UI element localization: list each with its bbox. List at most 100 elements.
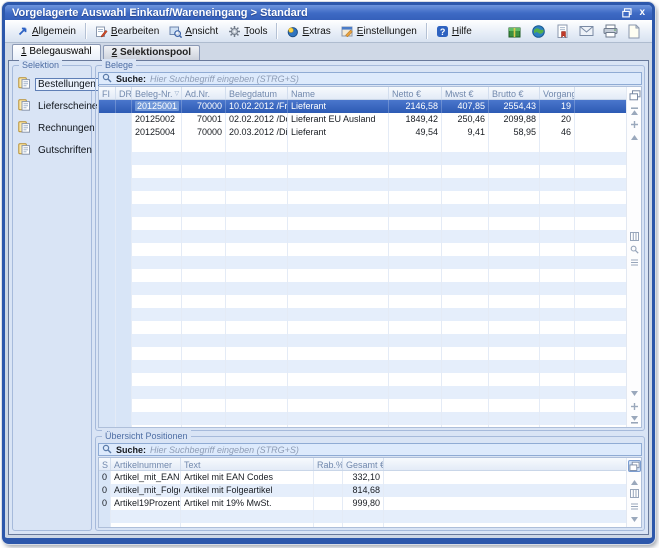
column-header-belegdatum[interactable]: Belegdatum — [226, 87, 288, 99]
table-row-empty[interactable] — [99, 295, 626, 308]
table-row-empty[interactable] — [99, 321, 626, 334]
menu-item-allgemein[interactable]: Allgemein — [11, 23, 81, 40]
table-row-empty[interactable] — [99, 373, 626, 386]
menu-item-extras[interactable]: Extras — [281, 23, 335, 40]
positionen-search-bar[interactable]: Suche: Hier Suchbegriff eingeben (STRG+S… — [98, 443, 642, 456]
menu-item-hilfe[interactable]: ?Hilfe — [431, 23, 477, 40]
table-row[interactable]: 201250047000020.03.2012 /DiLieferant49,5… — [99, 126, 626, 139]
cell-brutto — [489, 282, 540, 295]
sidebar-item-bestellungen[interactable]: Bestellungen — [18, 77, 89, 92]
goto-last-icon[interactable] — [628, 413, 641, 425]
sidebar-item-lieferscheine[interactable]: Lieferscheine — [18, 99, 89, 114]
cell-netto — [389, 308, 442, 321]
cell-brutto — [489, 373, 540, 386]
cell-brutto — [489, 295, 540, 308]
table-row-empty[interactable] — [99, 425, 626, 427]
table-row[interactable]: 201250027000102.02.2012 /DoLieferant EU … — [99, 113, 626, 126]
scroll-down-icon[interactable] — [628, 513, 641, 525]
search-rows-icon[interactable] — [628, 243, 641, 255]
sidebar-item-rechnungen[interactable]: Rechnungen — [18, 121, 89, 136]
table-row-empty[interactable] — [99, 191, 626, 204]
close-icon[interactable]: x — [639, 7, 645, 18]
cell-name — [288, 321, 389, 334]
rows-list-icon[interactable] — [628, 500, 641, 512]
menu-item-bearbeiten[interactable]: Bearbeiten — [90, 23, 164, 40]
column-header-brutto[interactable]: Brutto € — [489, 87, 540, 99]
column-header-rab[interactable]: Rab.% — [314, 458, 343, 470]
cell-belegdatum: 20.03.2012 /Di — [226, 126, 288, 139]
copy-table-icon[interactable] — [628, 89, 641, 101]
menu-item-ansicht[interactable]: Ansicht — [164, 23, 223, 40]
table-row-empty[interactable] — [99, 386, 626, 399]
tab-1-belegauswahl[interactable]: 1 Belegauswahl — [12, 44, 101, 60]
positionen-table-rail — [626, 458, 641, 527]
column-header-text[interactable]: Text — [181, 458, 314, 470]
table-row-empty[interactable] — [99, 510, 626, 523]
table-row-empty[interactable] — [99, 204, 626, 217]
table-row-empty[interactable] — [99, 178, 626, 191]
document-flag-icon[interactable] — [554, 23, 570, 39]
cell-dr — [116, 100, 132, 113]
menu-item-tools[interactable]: Tools — [223, 23, 272, 40]
sort-indicator-icon[interactable]: ▽ — [175, 90, 180, 97]
menu-item-label: Ansicht — [185, 26, 218, 37]
column-header-name[interactable]: Name — [288, 87, 389, 99]
columns-icon[interactable] — [628, 487, 641, 499]
titlebar[interactable]: Vorgelagerte Auswahl Einkauf/Wareneingan… — [5, 5, 652, 20]
column-header-netto[interactable]: Netto € — [389, 87, 442, 99]
column-header-s[interactable]: S — [99, 458, 111, 470]
cell-name — [288, 425, 389, 427]
globe-icon[interactable] — [530, 23, 546, 39]
sidebar-item-gutschriften[interactable]: Gutschriften — [18, 143, 89, 158]
column-header-beleg-nr[interactable]: Beleg-Nr.▽ — [132, 87, 182, 99]
tab-2-selektionspool[interactable]: 2 Selektionspool — [103, 45, 200, 60]
table-row-empty[interactable] — [99, 347, 626, 360]
table-row-empty[interactable] — [99, 282, 626, 295]
table-row-empty[interactable] — [99, 334, 626, 347]
table-row-empty[interactable] — [99, 165, 626, 178]
cell-netto — [389, 412, 442, 425]
table-row-empty[interactable] — [99, 269, 626, 282]
cell-beleg-nr — [132, 256, 182, 269]
column-header-dr[interactable]: DR — [116, 87, 132, 99]
table-row-empty[interactable] — [99, 360, 626, 373]
column-header-artikelnummer[interactable]: Artikelnummer — [111, 458, 181, 470]
menu-item-einstellungen[interactable]: Einstellungen — [336, 23, 422, 40]
table-row-empty[interactable] — [99, 139, 626, 152]
cell-dr — [116, 321, 132, 334]
scroll-down-icon[interactable] — [628, 387, 641, 399]
mail-icon[interactable] — [578, 23, 594, 39]
goto-first-icon[interactable] — [628, 105, 641, 117]
column-header-vorgang[interactable]: Vorgang — [540, 87, 575, 99]
copy-table-icon[interactable] — [628, 460, 641, 472]
column-header-gesamt[interactable]: Gesamt € — [343, 458, 384, 470]
table-row[interactable]: 0Artikel_mit_EANArtikel mit EAN Codes332… — [99, 471, 626, 484]
printer-icon[interactable] — [602, 23, 618, 39]
column-header-mwst[interactable]: Mwst € — [442, 87, 489, 99]
table-row-empty[interactable] — [99, 308, 626, 321]
table-row[interactable]: 0Artikel19ProzentArtikel mit 19% MwSt.99… — [99, 497, 626, 510]
rows-list-icon[interactable] — [628, 256, 641, 268]
scroll-up-icon[interactable] — [628, 131, 641, 143]
table-row-empty[interactable] — [99, 152, 626, 165]
insert-row-icon[interactable] — [628, 118, 641, 130]
package-icon[interactable] — [506, 23, 522, 39]
blank-page-icon[interactable] — [626, 23, 642, 39]
column-header-fi[interactable]: FI — [99, 87, 116, 99]
table-row-empty[interactable] — [99, 399, 626, 412]
append-row-icon[interactable] — [628, 400, 641, 412]
table-row-empty[interactable] — [99, 523, 626, 527]
table-row-empty[interactable] — [99, 243, 626, 256]
columns-icon[interactable] — [628, 230, 641, 242]
table-row[interactable]: 201250017000010.02.2012 /FrLieferant2146… — [99, 100, 626, 113]
restore-icon[interactable] — [622, 7, 632, 18]
table-row-empty[interactable] — [99, 230, 626, 243]
table-row-empty[interactable] — [99, 217, 626, 230]
table-row[interactable]: 0Artikel_mit_FolgeartikelArtikel mit Fol… — [99, 484, 626, 497]
cell-ad-nr — [182, 373, 226, 386]
column-header-ad-nr[interactable]: Ad.Nr. — [182, 87, 226, 99]
belege-search-bar[interactable]: Suche: Hier Suchbegriff eingeben (STRG+S… — [98, 72, 642, 85]
table-row-empty[interactable] — [99, 412, 626, 425]
table-row-empty[interactable] — [99, 256, 626, 269]
cell-name — [288, 230, 389, 243]
